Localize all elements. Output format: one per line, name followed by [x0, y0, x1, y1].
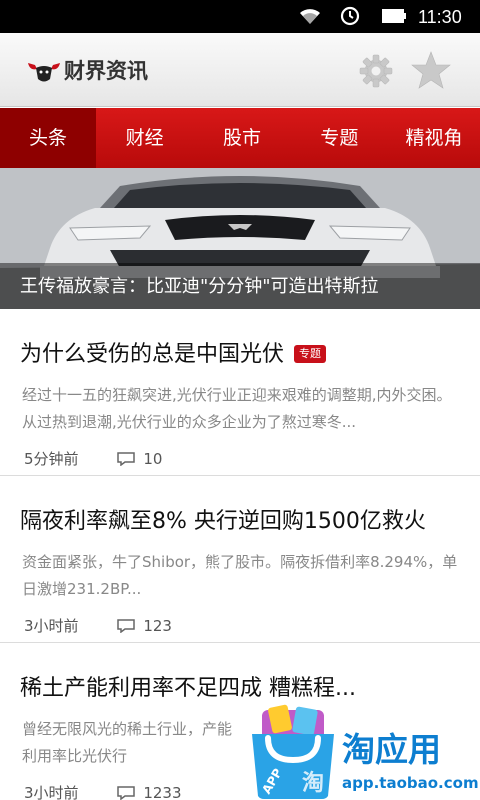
comment-count: 1233: [143, 784, 182, 800]
battery-icon: [382, 9, 406, 23]
news-title-text: 为什么受伤的总是中国光伏: [20, 342, 285, 367]
news-item[interactable]: 为什么受伤的总是中国光伏 专题 经过十一五的狂飙突进,光伏行业正迎来艰难的调整期,…: [0, 309, 480, 476]
promo-url: app.taobao.com: [342, 774, 479, 792]
alarm-icon: [340, 6, 360, 26]
news-summary: 曾经无限风光的稀土行业，产能利用率比光伏行: [22, 720, 233, 765]
hero-caption: 王传福放豪言：比亚迪"分分钟"可造出特斯拉: [20, 276, 379, 297]
news-summary: 经过十一五的狂飙突进,光伏行业正迎来艰难的调整期,内外交困。从过热到退潮,光伏行…: [22, 386, 452, 431]
tab-stocks[interactable]: 股市: [193, 108, 290, 168]
taobao-app-watermark: APP 淘 淘应用 app.taobao.com: [240, 700, 480, 800]
comment-count: 10: [143, 450, 163, 468]
news-time: 5分钟前: [24, 450, 79, 468]
app-bar: 财界资讯: [0, 33, 480, 107]
news-title: 隔夜利率飙至8% 央行逆回购1500亿救火: [20, 509, 426, 534]
comment-count: 123: [143, 617, 172, 635]
hero-banner[interactable]: 王传福放豪言：比亚迪"分分钟"可造出特斯拉: [0, 168, 480, 309]
comment-icon: [117, 452, 136, 466]
bull-logo: [28, 63, 60, 82]
tab-topics[interactable]: 专题: [291, 108, 388, 168]
star-icon[interactable]: [411, 50, 451, 90]
news-meta: 3小时前 1233: [24, 782, 182, 800]
news-meta: 3小时前 123: [24, 615, 172, 637]
news-title: 为什么受伤的总是中国光伏 专题: [20, 340, 327, 370]
shopping-bag-icon: APP 淘: [252, 704, 334, 799]
news-summary: 资金面紧张，牛了Shibor，熊了股市。隔夜拆借利率8.294%，单日激增231…: [22, 553, 458, 598]
news-meta: 5分钟前 10: [24, 448, 162, 470]
promo-brand: 淘应用: [342, 730, 441, 769]
clock: 11:30: [418, 7, 462, 27]
wifi-icon: [300, 9, 320, 24]
news-time: 3小时前: [24, 784, 79, 800]
news-time: 3小时前: [24, 617, 79, 635]
tab-headlines[interactable]: 头条: [0, 108, 96, 168]
news-item[interactable]: 隔夜利率飙至8% 央行逆回购1500亿救火 资金面紧张，牛了Shibor，熊了股…: [0, 476, 480, 643]
tab-finance[interactable]: 财经: [96, 108, 193, 168]
category-tabs: 头条 财经 股市 专题 精视角: [0, 108, 480, 168]
gear-icon[interactable]: [358, 53, 394, 89]
status-bar: 11:30: [0, 0, 480, 33]
topic-badge: 专题: [294, 345, 327, 363]
comment-icon: [117, 619, 136, 633]
tab-perspective[interactable]: 精视角: [388, 108, 480, 168]
app-title: 财界资讯: [64, 59, 148, 83]
svg-text:淘: 淘: [302, 770, 324, 796]
comment-icon: [117, 786, 136, 800]
